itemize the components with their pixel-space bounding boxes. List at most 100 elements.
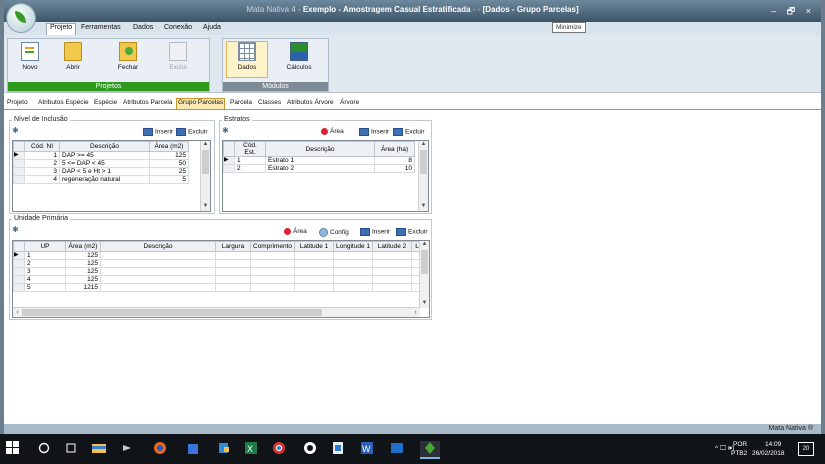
notification-center-icon[interactable]: 20	[798, 442, 814, 456]
cell[interactable]	[215, 267, 251, 276]
column-header[interactable]: Descrição	[100, 241, 216, 252]
cell[interactable]: 4	[24, 275, 66, 284]
cell[interactable]	[372, 259, 413, 268]
calculos-button[interactable]: Cálculos	[279, 42, 319, 76]
scroll-left-icon[interactable]: ‹	[13, 308, 22, 317]
column-header[interactable]: Latitude 1	[294, 241, 335, 252]
column-header[interactable]: Área (ha)	[374, 141, 415, 157]
nivel-excluir-button[interactable]: Excluir	[176, 128, 208, 136]
language-indicator[interactable]: POR	[733, 441, 747, 448]
pin-icon[interactable]: ✱	[12, 127, 20, 135]
estratos-area-button[interactable]: Área	[321, 128, 344, 135]
table-row[interactable]: 4 regeneração natural 5	[13, 175, 189, 184]
cell[interactable]	[215, 283, 251, 292]
column-header[interactable]: Descrição	[265, 141, 375, 157]
scroll-down-icon[interactable]: ▼	[201, 203, 210, 211]
nivel-inserir-button[interactable]: Inserir	[143, 128, 173, 136]
table-row[interactable]: ▶ 1 Estrato 18	[223, 156, 415, 165]
nivel-vertical-scrollbar[interactable]: ▲ ▼	[200, 141, 210, 211]
cell[interactable]: 4	[24, 175, 60, 184]
estratos-inserir-button[interactable]: Inserir	[359, 128, 389, 136]
cell[interactable]	[249, 275, 296, 284]
app-icon-doc[interactable]	[331, 441, 347, 457]
task-view-icon[interactable]	[64, 441, 80, 457]
cell[interactable]	[372, 267, 413, 276]
cell[interactable]	[372, 283, 413, 292]
windows-start-icon[interactable]	[6, 441, 22, 457]
scroll-up-icon[interactable]: ▲	[420, 241, 429, 249]
scroll-thumb[interactable]	[421, 250, 428, 274]
cell[interactable]	[294, 251, 335, 260]
cell[interactable]: 5	[149, 175, 189, 184]
cell[interactable]	[249, 259, 296, 268]
menu-conexao[interactable]: Conexão	[164, 24, 192, 31]
scroll-thumb[interactable]	[420, 150, 427, 174]
abrir-button[interactable]: Abrir	[53, 42, 93, 76]
cell[interactable]: 1	[24, 151, 60, 160]
file-explorer-icon[interactable]	[91, 441, 107, 457]
cell[interactable]: Estrato 1	[265, 156, 375, 165]
cell[interactable]	[333, 267, 374, 276]
cell[interactable]: 5	[24, 283, 66, 292]
cell[interactable]	[294, 275, 335, 284]
menu-dados[interactable]: Dados	[133, 24, 153, 31]
keyboard-layout[interactable]: PTB2	[731, 450, 747, 457]
cell[interactable]: 125	[65, 275, 101, 284]
scroll-thumb[interactable]	[202, 150, 209, 174]
dados-button[interactable]: Dados	[226, 41, 268, 78]
cell[interactable]: 1215	[65, 283, 101, 292]
cell[interactable]	[333, 275, 374, 284]
estratos-excluir-button[interactable]: Excluir	[393, 128, 425, 136]
arrow-app-icon[interactable]	[121, 441, 137, 457]
menu-projeto[interactable]: Projeto	[46, 23, 77, 35]
flag-app-icon[interactable]	[217, 441, 233, 457]
menu-ferramentas[interactable]: Ferramentas	[81, 24, 121, 31]
table-row[interactable]: 3 DAP < 5 e Ht > 1 25	[13, 167, 189, 176]
unidade-excluir-button[interactable]: Excluir	[396, 228, 428, 236]
fechar-button[interactable]: Fechar	[108, 42, 148, 76]
tab-atributos-arvore[interactable]: Atributos Árvore	[286, 99, 335, 106]
menu-ajuda[interactable]: Ajuda	[203, 24, 221, 31]
table-row[interactable]: ▶ 1 125	[13, 251, 424, 260]
tab-parcela[interactable]: Parcela	[229, 99, 253, 106]
cell[interactable]	[100, 275, 216, 284]
column-header[interactable]: Área (m2)	[65, 241, 101, 252]
scroll-up-icon[interactable]: ▲	[419, 141, 428, 149]
novo-button[interactable]: Novo	[10, 42, 50, 76]
cell[interactable]: 50	[149, 159, 189, 168]
pin-icon[interactable]: ✱	[12, 226, 20, 234]
tab-classes[interactable]: Classes	[257, 99, 282, 106]
scroll-thumb[interactable]	[22, 309, 322, 316]
column-header[interactable]: Latitude 2	[372, 241, 413, 252]
cell[interactable]	[100, 283, 216, 292]
column-header[interactable]: Cód. NI	[24, 141, 60, 152]
cell[interactable]: 8	[374, 156, 415, 165]
cell[interactable]: 2	[234, 164, 266, 173]
cell[interactable]	[294, 267, 335, 276]
table-row[interactable]: 25 <= DAP < 45 50	[13, 159, 189, 168]
clock-time[interactable]: 14:09	[765, 441, 781, 448]
table-row[interactable]: 5 1215	[13, 283, 424, 292]
nivel-inclusao-grid[interactable]: Cód. NI Descrição Área (m2) ▶ 1 DAP >= 45 1…	[12, 140, 211, 212]
scroll-down-icon[interactable]: ▼	[419, 203, 428, 211]
word-icon[interactable]: W	[360, 441, 376, 457]
table-row[interactable]: ▶ 1 DAP >= 45 125	[13, 151, 189, 160]
cell[interactable]: 125	[65, 267, 101, 276]
chrome-icon[interactable]	[272, 441, 288, 457]
scroll-up-icon[interactable]: ▲	[201, 141, 210, 149]
window-controls[interactable]: – 🗗 ×	[771, 4, 815, 20]
estratos-grid[interactable]: Cód. Est. Descrição Área (ha) ▶ 1 Estrato …	[222, 140, 429, 212]
tab-projeto[interactable]: Projeto	[6, 99, 29, 106]
excel-icon[interactable]: X	[244, 441, 260, 457]
cell[interactable]	[215, 259, 251, 268]
estratos-vertical-scrollbar[interactable]: ▲ ▼	[418, 141, 428, 211]
firefox-icon[interactable]	[153, 441, 169, 457]
cell[interactable]: 25	[149, 167, 189, 176]
pin-icon[interactable]: ✱	[222, 127, 230, 135]
tab-atributos-parcela[interactable]: Atributos Parcela	[122, 99, 174, 106]
cell[interactable]	[249, 251, 296, 260]
unidade-primaria-grid[interactable]: UP Área (m2) Descrição Largura Comprimen…	[12, 240, 430, 318]
column-header[interactable]: Largura	[215, 241, 251, 252]
app-logo-icon[interactable]	[7, 4, 35, 32]
cell[interactable]	[372, 251, 413, 260]
